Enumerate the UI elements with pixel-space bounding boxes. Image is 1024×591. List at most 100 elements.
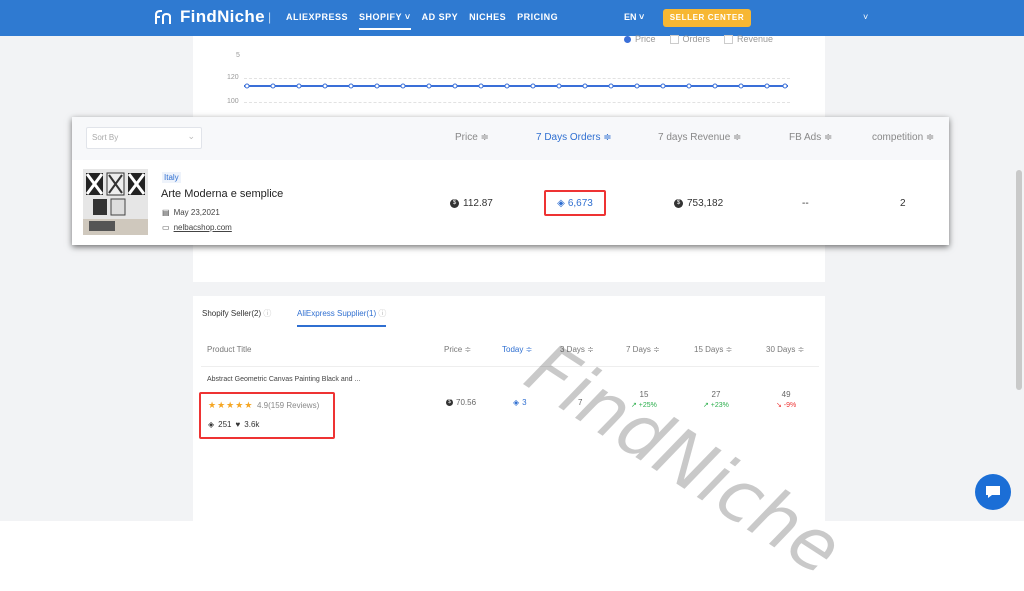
- days15-cell: 27 ↗ +23%: [703, 390, 729, 409]
- nav-niches[interactable]: NICHES: [469, 12, 506, 30]
- top-navigation-bar: FindNiche | ALIEXPRESS SHOPIFY ˅ AD SPY …: [0, 0, 1024, 36]
- engagement-stats: ◈ 251 ♥ 3.6k: [208, 420, 259, 429]
- heart-icon: ♥: [235, 420, 241, 429]
- supplier-panel: Shopify Seller(2) ⓘ AliExpress Supplier(…: [193, 296, 825, 521]
- product-date-text: May 23,2021: [173, 208, 220, 217]
- product-date: ▤ May 23,2021: [162, 208, 220, 217]
- supplier-product-title[interactable]: Abstract Geometric Canvas Painting Black…: [207, 376, 360, 383]
- legend-revenue-label: Revenue: [737, 34, 774, 44]
- header-fb-ads[interactable]: FB Ads ≑: [789, 132, 832, 143]
- rating-text: 4.9(159 Reviews): [257, 401, 320, 410]
- orders-highlight: ◈ 6,673: [544, 190, 606, 216]
- info-icon: ⓘ: [263, 309, 272, 318]
- price-series-points: [244, 83, 788, 89]
- tab-aliexpress-supplier-label: AliExpress Supplier(1): [297, 309, 377, 318]
- nav-pricing[interactable]: PRICING: [517, 12, 558, 30]
- product-row-card[interactable]: Sort By ⌄ Price ≑ 7 Days Orders ≑ 7 days…: [72, 117, 949, 245]
- header-7-days-orders[interactable]: 7 Days Orders ≑: [536, 132, 612, 143]
- sort-by-placeholder: Sort By: [92, 133, 119, 142]
- supplier-price-cell: $ 70.56: [446, 398, 476, 407]
- header-competition[interactable]: competition ≑: [872, 132, 934, 143]
- info-icon: ⓘ: [378, 309, 387, 318]
- chart-legend: Price Orders Revenue: [624, 34, 773, 44]
- days7-cell: 15 ↗ +25%: [631, 390, 657, 409]
- chart-gridline: [244, 102, 790, 103]
- user-menu-caret[interactable]: ˅: [863, 12, 868, 22]
- brand-name: FindNiche: [180, 7, 265, 26]
- header-7-days[interactable]: 7 Days ≑: [626, 345, 660, 354]
- product-title[interactable]: Arte Moderna e semplice: [161, 188, 283, 200]
- product-shop: ▭ nelbacshop.com: [162, 223, 232, 232]
- price-cell: $ 112.87: [450, 198, 493, 209]
- tab-shopify-seller-label: Shopify Seller(2): [202, 309, 262, 318]
- header-3-days[interactable]: 3 Days ≑: [560, 345, 594, 354]
- likes-count: 3.6k: [244, 420, 260, 429]
- legend-orders-marker: [669, 34, 679, 44]
- revenue-cell: $ 753,182: [674, 198, 723, 209]
- page-scrollbar[interactable]: [1016, 170, 1022, 390]
- language-selector[interactable]: EN ˅: [624, 12, 644, 22]
- findniche-logo-icon: [155, 10, 171, 24]
- orders-value: 6,673: [567, 197, 593, 209]
- dollar-icon: $: [674, 199, 683, 208]
- nav-aliexpress[interactable]: ALIEXPRESS: [286, 12, 348, 30]
- nav-shopify[interactable]: SHOPIFY ˅: [359, 12, 411, 30]
- store-icon: ▭: [162, 223, 170, 232]
- main-nav: ALIEXPRESS SHOPIFY ˅ AD SPY NICHES PRICI…: [286, 12, 558, 30]
- y-axis-label: 100: [227, 98, 239, 105]
- brand-separator: |: [268, 10, 272, 24]
- legend-orders-label: Orders: [682, 34, 711, 44]
- header-supplier-price[interactable]: Price ≑: [444, 345, 471, 354]
- price-value: 112.87: [463, 198, 493, 209]
- calendar-icon: ▤: [162, 208, 170, 217]
- orders-count: 251: [218, 420, 232, 429]
- chevron-down-icon: ⌄: [187, 131, 195, 141]
- shop-link[interactable]: nelbacshop.com: [174, 223, 232, 232]
- supplier-price-value: 70.56: [456, 398, 477, 407]
- brand-logo[interactable]: FindNiche: [154, 7, 265, 27]
- chat-icon: [986, 486, 1000, 498]
- country-badge: Italy: [162, 172, 181, 183]
- tag-icon: ◈: [557, 197, 565, 209]
- days7-value: 15: [639, 390, 649, 399]
- header-30-days[interactable]: 30 Days ≑: [766, 345, 804, 354]
- days7-trend: ↗ +25%: [631, 402, 657, 409]
- legend-price-label: Price: [635, 34, 656, 44]
- days30-trend: ↘ -9%: [776, 402, 797, 409]
- header-product-title: Product Title: [207, 345, 252, 354]
- dollar-icon: $: [450, 199, 459, 208]
- chat-button[interactable]: [975, 474, 1011, 510]
- header-7-days-revenue[interactable]: 7 days Revenue ≑: [658, 132, 741, 143]
- revenue-value: 753,182: [687, 198, 724, 209]
- sort-by-select[interactable]: Sort By ⌄: [86, 127, 202, 149]
- chart-gridline: [244, 78, 790, 79]
- rating-highlight: ★ ★ ★ ★ ★ 4.9(159 Reviews) ◈ 251 ♥ 3.6k: [199, 392, 335, 439]
- header-price[interactable]: Price ≑: [455, 132, 489, 143]
- table-divider: [201, 366, 819, 367]
- days30-value: 49: [781, 390, 791, 399]
- dollar-icon: $: [446, 399, 453, 406]
- days3-value: 7: [578, 398, 583, 407]
- today-value: 3: [522, 398, 527, 407]
- tab-shopify-seller[interactable]: Shopify Seller(2) ⓘ: [202, 308, 271, 319]
- product-image[interactable]: [83, 169, 148, 235]
- tag-icon: ◈: [208, 420, 215, 429]
- legend-revenue[interactable]: Revenue: [724, 34, 773, 44]
- star-rating-icon: ★ ★ ★ ★ ★: [208, 400, 253, 410]
- header-today[interactable]: Today ≑: [502, 345, 532, 354]
- header-15-days[interactable]: 15 Days ≑: [694, 345, 732, 354]
- legend-revenue-marker: [724, 34, 734, 44]
- y-axis-label: 5: [236, 52, 240, 59]
- today-cell: ◈ 3: [513, 398, 527, 407]
- tag-icon: ◈: [513, 398, 520, 407]
- fb-ads-value: --: [802, 198, 809, 209]
- nav-ad-spy[interactable]: AD SPY: [422, 12, 459, 30]
- tab-aliexpress-supplier[interactable]: AliExpress Supplier(1) ⓘ: [297, 308, 387, 327]
- days15-trend: ↗ +23%: [703, 402, 729, 409]
- legend-orders[interactable]: Orders: [669, 34, 711, 44]
- legend-price[interactable]: Price: [624, 34, 656, 44]
- competition-value: 2: [900, 198, 906, 209]
- y-axis-label: 120: [227, 74, 239, 81]
- seller-center-button[interactable]: SELLER CENTER: [663, 9, 751, 27]
- days30-cell: 49 ↘ -9%: [776, 390, 796, 409]
